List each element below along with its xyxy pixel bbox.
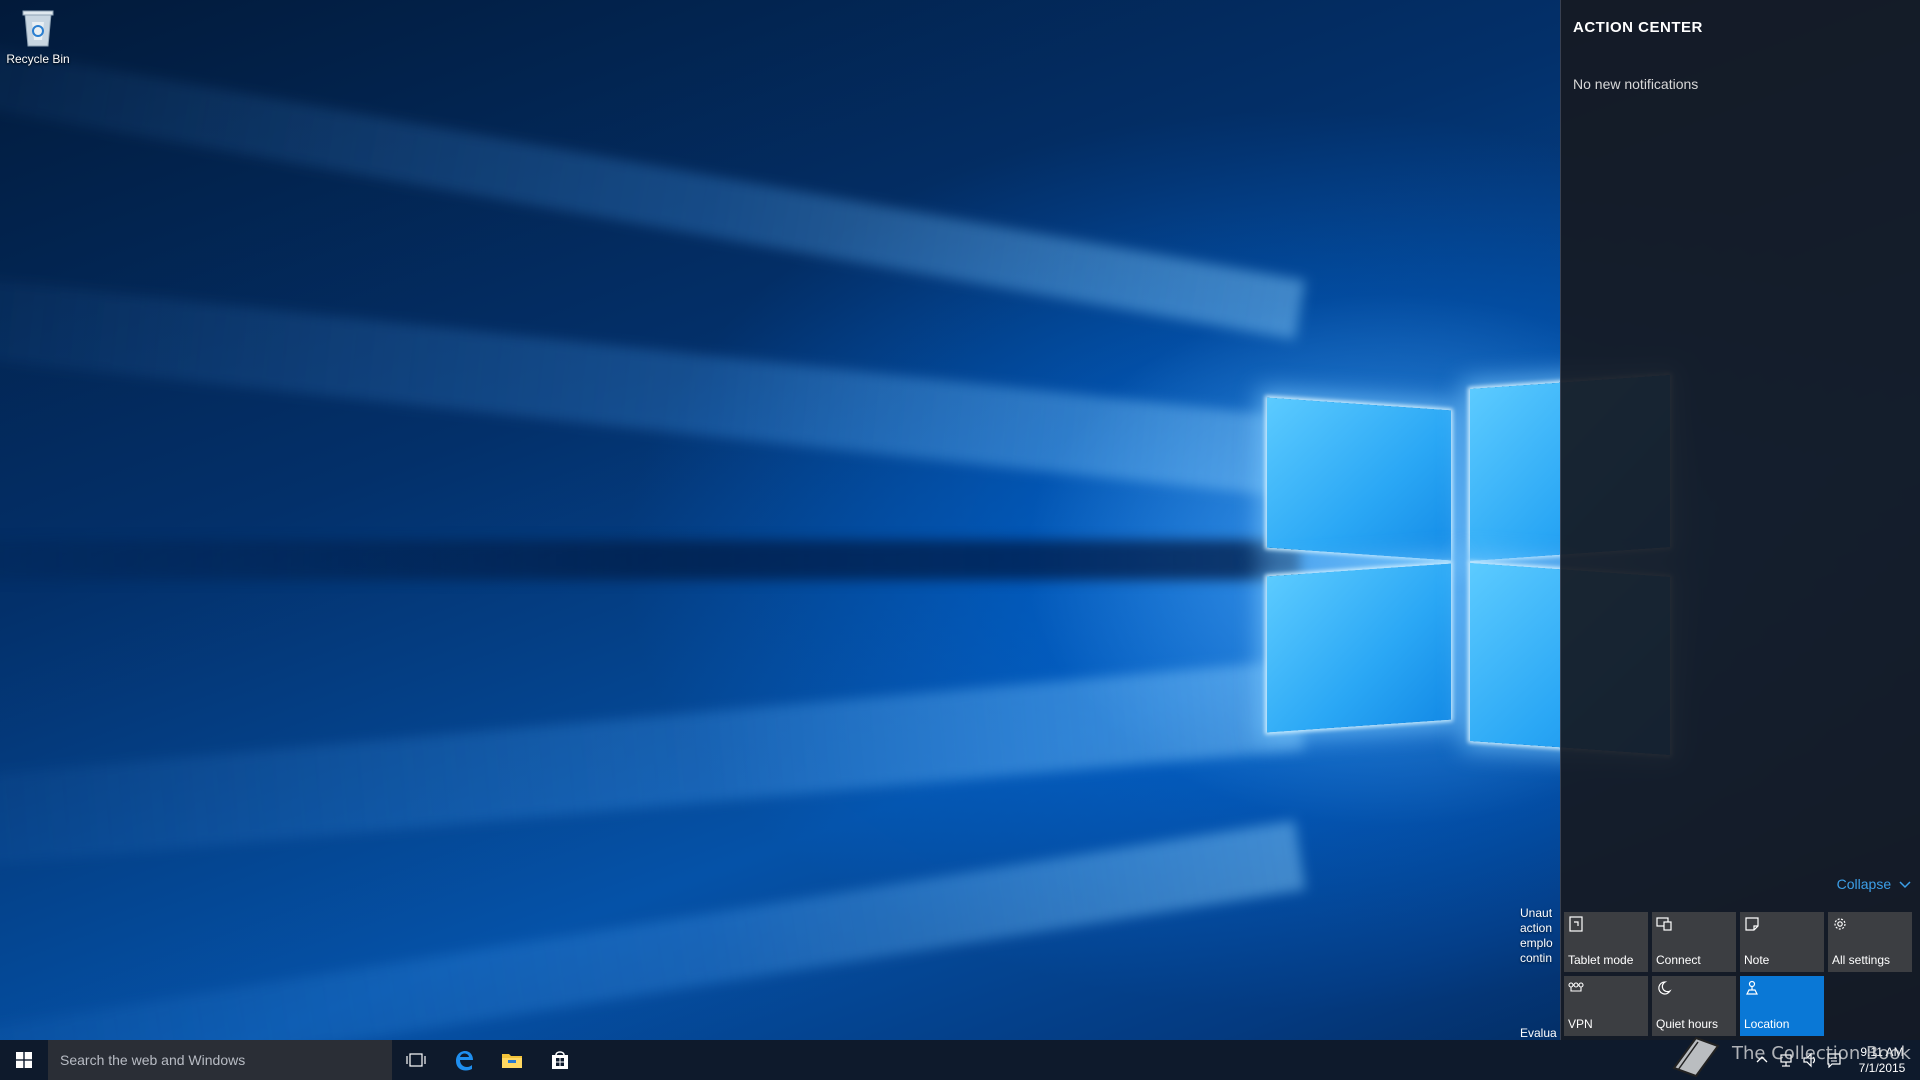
folder-icon — [502, 1054, 522, 1068]
edge-button[interactable] — [440, 1040, 488, 1080]
quick-action-tablet-mode[interactable]: Tablet mode — [1564, 912, 1648, 972]
windows-logo-icon — [16, 1052, 32, 1068]
action-center-panel: ACTION CENTER No new notifications Colla… — [1560, 0, 1920, 1040]
settings-gear-icon — [1834, 918, 1846, 930]
recycle-bin-icon — [21, 8, 55, 48]
tile-label: All settings — [1832, 953, 1891, 967]
tile-label: VPN — [1568, 1017, 1593, 1031]
desktop: Recycle Bin Unaut action emplo contin Ev… — [0, 0, 1920, 1040]
recycle-bin-label: Recycle Bin — [6, 52, 70, 66]
book-logo-icon — [1672, 1036, 1720, 1078]
quick-action-location[interactable]: Location — [1740, 976, 1824, 1036]
edge-icon — [456, 1051, 473, 1071]
quick-action-note[interactable]: Note — [1740, 912, 1824, 972]
quick-action-vpn[interactable]: VPN — [1564, 976, 1648, 1036]
tile-label: Tablet mode — [1568, 953, 1634, 967]
quick-action-all-settings[interactable]: All settings — [1828, 912, 1912, 972]
store-button[interactable] — [536, 1040, 584, 1080]
moon-icon — [1658, 981, 1672, 995]
wallpaper-beam — [0, 19, 1306, 340]
desktop-icon-recycle-bin[interactable]: Recycle Bin — [6, 8, 70, 66]
logo-pane — [1267, 397, 1451, 561]
wallpaper-beam — [0, 820, 1306, 1040]
task-view-icon — [406, 1053, 426, 1067]
quick-action-quiet-hours[interactable]: Quiet hours — [1652, 976, 1736, 1036]
chevron-down-icon — [1899, 881, 1911, 889]
tile-label: Note — [1744, 953, 1770, 967]
tablet-mode-icon — [1569, 916, 1583, 932]
tile-label: Connect — [1656, 953, 1701, 967]
quick-actions-grid: Tablet mode Connect Note All settings VP… — [1564, 912, 1912, 1036]
vpn-icon — [1568, 982, 1584, 992]
start-button[interactable] — [0, 1040, 48, 1080]
search-input[interactable]: Search the web and Windows — [48, 1040, 392, 1080]
collapse-button[interactable]: Collapse — [1837, 876, 1911, 892]
tile-label: Quiet hours — [1656, 1017, 1719, 1031]
wallpaper-beam — [0, 540, 1300, 580]
connect-icon — [1656, 917, 1672, 931]
quick-action-connect[interactable]: Connect — [1652, 912, 1736, 972]
file-explorer-button[interactable] — [488, 1040, 536, 1080]
location-icon — [1746, 980, 1758, 995]
no-notifications-message: No new notifications — [1573, 76, 1699, 92]
tile-label: Location — [1744, 1017, 1790, 1031]
logo-pane — [1267, 563, 1451, 733]
taskbar: Search the web and Windows 9:11 AM 7/1/2… — [0, 1040, 1920, 1080]
wallpaper-beam — [0, 660, 1304, 881]
evaluation-watermark-bottom: Evalua — [1520, 1026, 1557, 1040]
overlay-watermark-text: The Collection Book — [1732, 1043, 1911, 1064]
note-icon — [1745, 917, 1759, 931]
collapse-label: Collapse — [1836, 876, 1892, 892]
task-view-button[interactable] — [392, 1040, 440, 1080]
action-center-title: ACTION CENTER — [1573, 19, 1703, 36]
store-icon — [552, 1051, 568, 1069]
search-placeholder: Search the web and Windows — [60, 1052, 246, 1068]
